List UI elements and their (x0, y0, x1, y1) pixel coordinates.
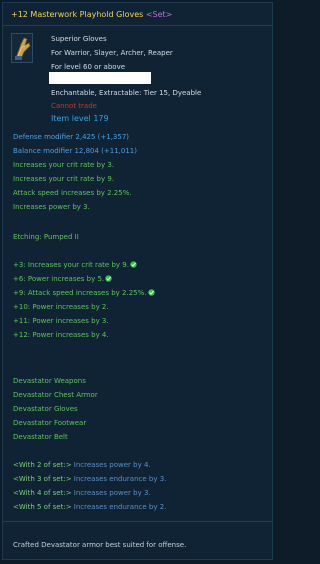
item-level: Item level 179 (51, 114, 109, 123)
divider (3, 25, 272, 26)
balance-modifier: Balance modifier 12,804 (+11,011) (13, 147, 137, 155)
enchant-line: +10: Power increases by 2. (13, 303, 109, 311)
item-tooltip: +12 Masterwork Playhold Gloves <Set> Sup… (2, 2, 273, 560)
set-tag: <Set> (145, 10, 173, 19)
set-bonus-tag: <With 3 of set:> (13, 475, 72, 483)
set-item: Devastator Footwear (13, 419, 87, 427)
enchant-text: +3: Increases your crit rate by 9. (13, 261, 129, 269)
item-classes: For Warrior, Slayer, Archer, Reaper (51, 49, 173, 57)
set-item: Devastator Chest Armor (13, 391, 98, 399)
enchant-text: +9: Attack speed increases by 2.25%. (13, 289, 147, 297)
enchant-line: +9: Attack speed increases by 2.25%. (13, 287, 155, 299)
trade-status: Cannot trade (51, 102, 97, 110)
enchant-line: +12: Power increases by 4. (13, 331, 109, 339)
set-bonus: <With 4 of set:> Increases power by 3. (13, 487, 151, 499)
set-item: Devastator Gloves (13, 405, 78, 413)
enchant-line: +6: Power increases by 5. (13, 273, 112, 285)
set-item: Devastator Weapons (13, 377, 86, 385)
stat-line: Increases your crit rate by 9. (13, 175, 115, 183)
gem-icon (147, 288, 155, 296)
enchant-line: +11: Power increases by 3. (13, 317, 109, 325)
set-bonus-text: Increases power by 4. (71, 461, 151, 469)
divider (3, 521, 272, 522)
set-bonus-tag: <With 2 of set:> (13, 461, 72, 469)
set-bonus-tag: <With 5 of set:> (13, 503, 72, 511)
set-bonus-text: Increases endurance by 2. (71, 503, 167, 511)
defense-modifier: Defense modifier 2,425 (+1,357) (13, 133, 130, 141)
set-bonus: <With 2 of set:> Increases power by 4. (13, 459, 151, 471)
gem-icon (130, 260, 137, 268)
item-name: +12 Masterwork Playhold Gloves (11, 10, 144, 19)
set-bonus-tag: <With 4 of set:> (13, 489, 72, 497)
item-traits: Enchantable, Extractable: Tier 15, Dyeab… (51, 89, 202, 97)
set-bonus: <With 5 of set:> Increases endurance by … (13, 501, 166, 513)
item-title: +12 Masterwork Playhold Gloves <Set> (11, 9, 172, 21)
enchant-text: +6: Power increases by 5. (13, 275, 105, 283)
gloves-icon (11, 33, 33, 63)
item-type: Superior Gloves (51, 35, 107, 43)
stat-line: Increases your crit rate by 3. (13, 161, 115, 169)
gem-icon (105, 274, 112, 282)
etching: Etching: Pumped II (13, 233, 79, 241)
set-bonus: <With 3 of set:> Increases endurance by … (13, 473, 166, 485)
set-item: Devastator Belt (13, 433, 68, 441)
item-description: Crafted Devastator armor best suited for… (13, 541, 187, 549)
set-bonus-text: Increases endurance by 3. (71, 475, 167, 483)
stat-line: Increases power by 3. (13, 203, 90, 211)
redacted-field (49, 72, 151, 84)
enchant-line: +3: Increases your crit rate by 9. (13, 259, 137, 271)
set-bonus-text: Increases power by 3. (71, 489, 151, 497)
stat-line: Attack speed increases by 2.25%. (13, 189, 132, 197)
